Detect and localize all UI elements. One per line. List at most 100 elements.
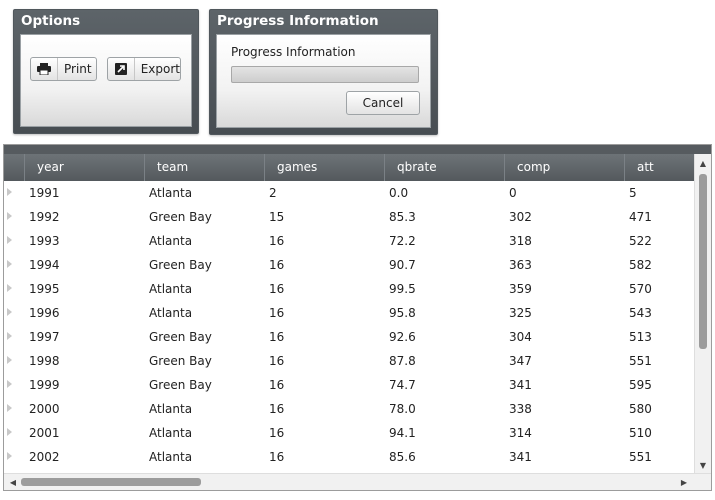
cell-games: 16 [269, 402, 285, 416]
cell-games: 16 [269, 378, 285, 392]
cell-comp: 341 [509, 450, 532, 464]
table-row[interactable]: 1993 Atlanta 16 72.2 318 522 [4, 229, 696, 253]
cell-team: Atlanta [149, 186, 193, 200]
horizontal-scrollbar[interactable]: ◀ ▶ [4, 473, 711, 490]
cell-games: 16 [269, 426, 285, 440]
cell-comp: 0 [509, 186, 517, 200]
table-row[interactable]: 2002 Atlanta 16 85.6 341 551 [4, 445, 696, 469]
print-button[interactable]: Print [30, 57, 97, 81]
grid-header: year team games qbrate comp att [4, 154, 711, 181]
vertical-scrollbar[interactable]: ▲ ▼ [694, 154, 711, 474]
options-panel: Options Print Export [13, 9, 199, 134]
cell-qbrate: 94.1 [389, 426, 416, 440]
cell-qbrate: 95.8 [389, 306, 416, 320]
cell-games: 16 [269, 282, 285, 296]
cell-qbrate: 74.7 [389, 378, 416, 392]
cell-qbrate: 99.5 [389, 282, 416, 296]
cell-year: 1996 [29, 306, 60, 320]
progress-label: Progress Information [231, 45, 356, 59]
cell-team: Green Bay [149, 210, 212, 224]
cell-att: 582 [629, 258, 652, 272]
cell-qbrate: 0.0 [389, 186, 409, 200]
cell-year: 1999 [29, 378, 60, 392]
row-indicator-icon [7, 332, 12, 340]
cell-year: 1995 [29, 282, 60, 296]
grid-rows: 1991 Atlanta 2 0.0 0 5 1992 Green Bay 15 85.3 302 4… [4, 181, 696, 471]
cell-comp: 325 [509, 306, 532, 320]
column-header-comp[interactable]: comp [504, 154, 624, 181]
cell-qbrate: 85.6 [389, 450, 416, 464]
options-panel-body: Print Export [20, 34, 192, 127]
table-row[interactable]: 1997 Green Bay 16 92.6 304 513 [4, 325, 696, 349]
row-indicator-icon [7, 212, 12, 220]
table-row[interactable]: 2000 Atlanta 16 78.0 338 580 [4, 397, 696, 421]
table-row[interactable]: 2001 Atlanta 16 94.1 314 510 [4, 421, 696, 445]
column-header-year[interactable]: year [24, 154, 144, 181]
horizontal-scroll-thumb[interactable] [21, 478, 201, 486]
cell-qbrate: 92.6 [389, 330, 416, 344]
progress-panel-title: Progress Information [217, 13, 379, 29]
progress-panel: Progress Information Progress Informatio… [209, 9, 438, 135]
scroll-left-icon[interactable]: ◀ [6, 474, 20, 490]
cell-year: 1992 [29, 210, 60, 224]
row-indicator-icon [7, 380, 12, 388]
cell-year: 2001 [29, 426, 60, 440]
column-header-games[interactable]: games [264, 154, 384, 181]
cell-team: Green Bay [149, 258, 212, 272]
table-row[interactable]: 1998 Green Bay 16 87.8 347 551 [4, 349, 696, 373]
cell-qbrate: 72.2 [389, 234, 416, 248]
row-indicator-icon [7, 428, 12, 436]
cell-year: 1991 [29, 186, 60, 200]
row-indicator-icon [7, 404, 12, 412]
table-row[interactable]: 1991 Atlanta 2 0.0 0 5 [4, 181, 696, 205]
options-panel-title: Options [21, 13, 81, 29]
scroll-right-icon[interactable]: ▶ [677, 474, 691, 490]
export-button-label: Export [140, 62, 180, 76]
row-indicator-icon [7, 452, 12, 460]
cell-year: 1994 [29, 258, 60, 272]
row-indicator-icon [7, 236, 12, 244]
cell-year: 2000 [29, 402, 60, 416]
printer-icon [31, 58, 58, 80]
table-row[interactable]: 1996 Atlanta 16 95.8 325 543 [4, 301, 696, 325]
cell-att: 551 [629, 450, 652, 464]
cell-att: 570 [629, 282, 652, 296]
column-header-team[interactable]: team [144, 154, 264, 181]
table-row[interactable]: 1999 Green Bay 16 74.7 341 595 [4, 373, 696, 397]
table-row[interactable]: 1995 Atlanta 16 99.5 359 570 [4, 277, 696, 301]
cancel-button[interactable]: Cancel [346, 91, 420, 115]
cell-att: 595 [629, 378, 652, 392]
cell-year: 2002 [29, 450, 60, 464]
cancel-button-label: Cancel [362, 96, 404, 110]
scroll-up-icon[interactable]: ▲ [695, 156, 711, 170]
row-indicator-icon [7, 308, 12, 316]
table-row[interactable]: 1994 Green Bay 16 90.7 363 582 [4, 253, 696, 277]
cell-comp: 347 [509, 354, 532, 368]
column-header-qbrate[interactable]: qbrate [384, 154, 504, 181]
progress-panel-body: Progress Information Cancel [216, 34, 431, 128]
cell-qbrate: 85.3 [389, 210, 416, 224]
cell-comp: 314 [509, 426, 532, 440]
cell-qbrate: 90.7 [389, 258, 416, 272]
cell-team: Atlanta [149, 402, 193, 416]
scroll-down-icon[interactable]: ▼ [695, 458, 711, 472]
grid-group-bar [4, 145, 711, 154]
table-row[interactable]: 1992 Green Bay 15 85.3 302 471 [4, 205, 696, 229]
cell-games: 15 [269, 210, 285, 224]
row-indicator-icon [7, 188, 12, 196]
cell-comp: 338 [509, 402, 532, 416]
cell-games: 16 [269, 354, 285, 368]
cell-team: Atlanta [149, 450, 193, 464]
cell-comp: 363 [509, 258, 532, 272]
cell-att: 543 [629, 306, 652, 320]
export-icon [108, 58, 135, 80]
cell-comp: 304 [509, 330, 532, 344]
vertical-scroll-thumb[interactable] [699, 174, 707, 349]
data-grid: year team games qbrate comp att 1991 Atlanta 2 0… [3, 144, 712, 491]
row-indicator-icon [7, 356, 12, 364]
progress-bar [231, 66, 419, 83]
cell-qbrate: 78.0 [389, 402, 416, 416]
cell-games: 16 [269, 234, 285, 248]
cell-games: 16 [269, 306, 285, 320]
export-button[interactable]: Export [107, 57, 181, 81]
